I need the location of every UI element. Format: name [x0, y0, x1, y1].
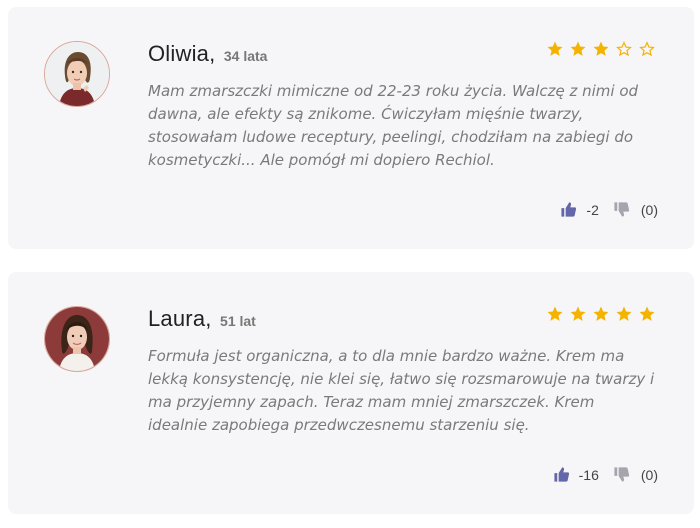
review-text: Formuła jest organiczna, a to dla mnie b…	[148, 347, 655, 434]
thumbs-up-count: -16	[578, 466, 599, 483]
star-filled-icon	[592, 305, 610, 323]
woman-portrait-icon	[45, 307, 109, 371]
thumbs-down-icon	[613, 466, 630, 483]
thumbs-down-button[interactable]: (0)	[613, 201, 658, 218]
avatar	[44, 41, 110, 107]
thumbs-down-icon	[613, 201, 630, 218]
star-empty-icon	[615, 40, 633, 58]
thumbs-up-count: -2	[586, 201, 599, 218]
review-text: Mam zmarszczki mimiczne od 22-23 roku ży…	[148, 82, 639, 169]
thumbs-down-count: (0)	[640, 466, 658, 483]
thumbs-up-icon	[553, 466, 570, 483]
reviewer-name: Laura,	[148, 306, 212, 331]
avatar	[44, 306, 110, 372]
reviewer-name-line: Laura, 51 lat	[148, 306, 256, 332]
thumbs-up-button[interactable]: -16	[553, 466, 599, 483]
star-filled-icon	[592, 40, 610, 58]
star-filled-icon	[569, 40, 587, 58]
review-votes: -16 (0)	[553, 466, 658, 483]
reviewer-name: Oliwia,	[148, 41, 216, 66]
star-filled-icon	[638, 305, 656, 323]
reviewer-age: 51 lat	[220, 313, 256, 329]
rating-stars	[546, 305, 656, 323]
star-filled-icon	[546, 305, 564, 323]
thumbs-up-button[interactable]: -2	[560, 201, 599, 218]
thumbs-down-button[interactable]: (0)	[613, 466, 658, 483]
review-card: Laura, 51 lat Formuła jest organiczna, a…	[8, 272, 694, 514]
woman-portrait-icon	[45, 42, 109, 106]
thumbs-down-count: (0)	[640, 201, 658, 218]
star-empty-icon	[638, 40, 656, 58]
star-filled-icon	[546, 40, 564, 58]
thumbs-up-icon	[560, 201, 577, 218]
reviewer-age: 34 lata	[223, 48, 268, 64]
review-card: Oliwia, 34 lata Mam zmarszczki mimiczne …	[8, 7, 694, 249]
reviewer-name-line: Oliwia, 34 lata	[148, 41, 267, 67]
rating-stars	[546, 40, 656, 58]
review-votes: -2 (0)	[560, 201, 658, 218]
star-filled-icon	[569, 305, 587, 323]
star-filled-icon	[615, 305, 633, 323]
reviews-list: Oliwia, 34 lata Mam zmarszczki mimiczne …	[0, 0, 700, 528]
